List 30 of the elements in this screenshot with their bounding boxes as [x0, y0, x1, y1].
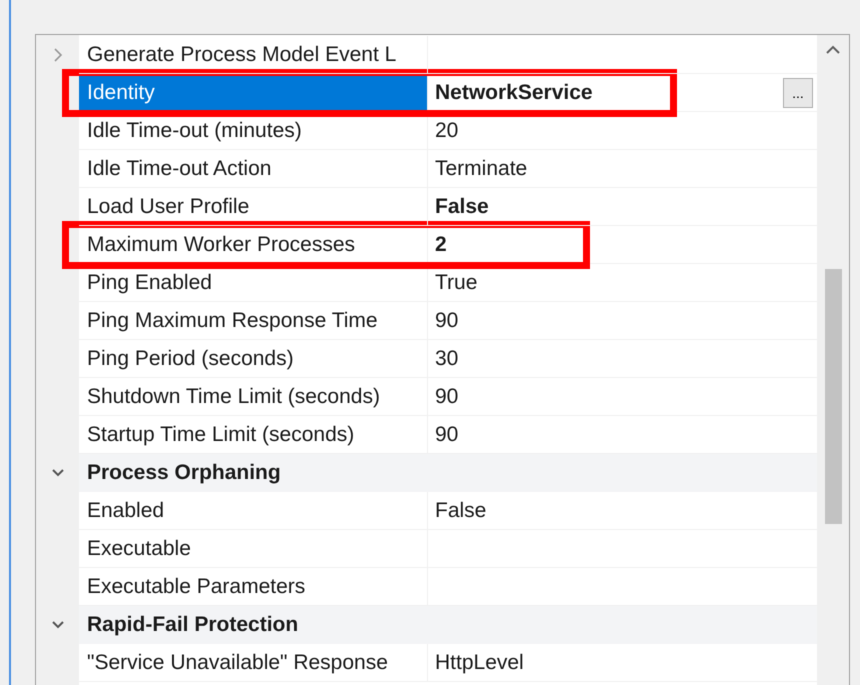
- property-name[interactable]: Maximum Worker Processes: [79, 226, 428, 264]
- property-value[interactable]: False: [435, 194, 489, 218]
- property-value[interactable]: 90: [435, 384, 458, 408]
- property-name[interactable]: Load User Profile: [79, 188, 428, 226]
- property-value[interactable]: 20: [435, 118, 458, 142]
- category-header[interactable]: Rapid-Fail Protection: [79, 606, 817, 644]
- property-name[interactable]: Idle Time-out (minutes): [79, 112, 428, 150]
- property-name[interactable]: Enabled: [79, 492, 428, 530]
- property-value[interactable]: 30: [435, 346, 458, 370]
- property-value[interactable]: False: [435, 498, 486, 522]
- scroll-up-icon[interactable]: [826, 45, 840, 54]
- property-name[interactable]: Ping Period (seconds): [79, 340, 428, 378]
- property-value[interactable]: NetworkService: [435, 80, 593, 104]
- property-value[interactable]: HttpLevel: [435, 650, 524, 674]
- browse-button[interactable]: ...: [783, 78, 813, 108]
- property-value[interactable]: True: [435, 270, 478, 294]
- scroll-thumb[interactable]: [824, 269, 842, 524]
- property-value[interactable]: Terminate: [435, 156, 528, 180]
- property-name[interactable]: Idle Time-out Action: [79, 150, 428, 188]
- property-name[interactable]: Generate Process Model Event L: [79, 36, 428, 74]
- category-header[interactable]: Process Orphaning: [79, 454, 817, 492]
- property-name[interactable]: Executable: [79, 530, 428, 568]
- property-name[interactable]: Shutdown Time Limit (seconds): [79, 378, 428, 416]
- scrollbar[interactable]: [817, 35, 849, 685]
- property-value[interactable]: 2: [435, 232, 447, 256]
- property-name[interactable]: Ping Maximum Response Time: [79, 302, 428, 340]
- property-value[interactable]: 90: [435, 308, 458, 332]
- property-name[interactable]: "Service Unavailable" Response: [79, 644, 428, 682]
- property-name[interactable]: Ping Enabled: [79, 264, 428, 302]
- property-value[interactable]: 90: [435, 422, 458, 446]
